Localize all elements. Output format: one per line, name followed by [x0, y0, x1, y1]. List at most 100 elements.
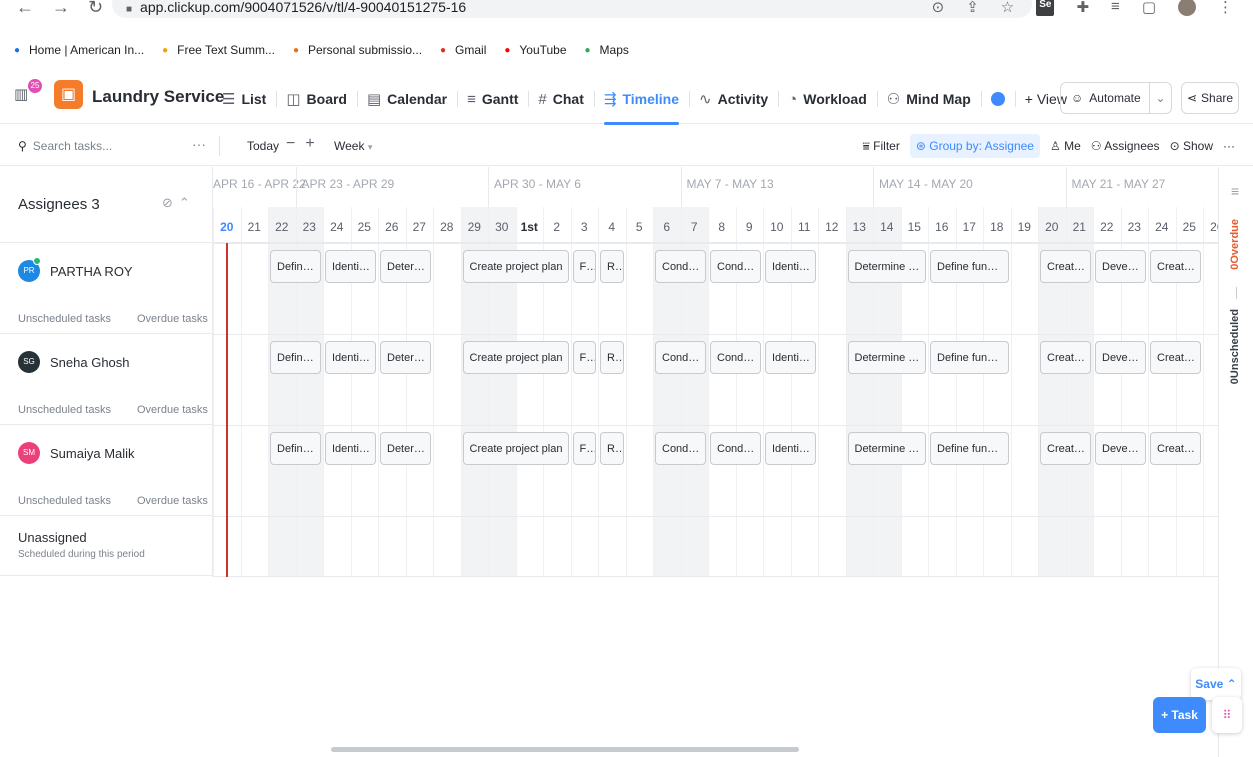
unscheduled-tasks-link[interactable]: Unscheduled tasks	[18, 404, 111, 416]
laundry-space-icon[interactable]: ▣	[54, 80, 83, 109]
tab-activity[interactable]: ∿ Activity	[689, 79, 778, 119]
media-queue-icon[interactable]: ≡	[1111, 0, 1120, 16]
assignees-filter-button[interactable]: ⚇ Assignees	[1091, 139, 1160, 153]
task-bar[interactable]: Create ...	[1040, 341, 1091, 374]
unscheduled-tab[interactable]: 0Unscheduled	[1229, 309, 1241, 384]
rail-menu-icon[interactable]: ≡	[1231, 183, 1239, 199]
task-bar[interactable]: Define functi...	[930, 432, 1009, 465]
overdue-tasks-link[interactable]: Overdue tasks	[137, 313, 208, 325]
inbox-icon[interactable]: ▥ 25	[14, 79, 42, 107]
tab-calendar[interactable]: ▤ Calendar	[356, 79, 457, 119]
today-button[interactable]: Today	[247, 139, 279, 153]
tab-workload[interactable]: ◔ Workload	[778, 79, 877, 119]
task-bar[interactable]: Create ...	[1150, 432, 1201, 465]
task-bar[interactable]: Develo...	[1095, 341, 1146, 374]
task-bar[interactable]: Determine te...	[847, 432, 926, 465]
more-options-icon[interactable]: ···	[1223, 139, 1235, 153]
apps-grid-icon[interactable]: ⠿	[1212, 697, 1242, 733]
bookmark-item[interactable]: ● Home | American In...	[10, 43, 144, 57]
bookmark-item[interactable]: ● Free Text Summ...	[158, 43, 275, 57]
task-bar[interactable]: Condu...	[710, 250, 761, 283]
unassigned-row[interactable]: Unassigned Scheduled during this period	[0, 516, 212, 576]
task-bar[interactable]: Determine te...	[847, 341, 926, 374]
tab-board[interactable]: ◫ Board	[276, 79, 357, 119]
forward-arrow-icon[interactable]: →	[52, 0, 70, 18]
bookmark-star-icon[interactable]: ☆	[1001, 0, 1014, 16]
task-bar[interactable]: Define ...	[270, 250, 321, 283]
task-bar[interactable]: Fi...	[572, 341, 596, 374]
show-button[interactable]: ⊙ Show	[1170, 139, 1213, 153]
ai-brain-icon[interactable]	[980, 79, 1015, 119]
group-by-button[interactable]: ⊛ Group by: Assignee	[909, 134, 1040, 158]
task-bar[interactable]: Define functi...	[930, 250, 1009, 283]
task-bar[interactable]: Develo...	[1095, 432, 1146, 465]
collapse-all-icon[interactable]: ⌃	[179, 195, 196, 210]
task-bar[interactable]: Create project plan	[462, 341, 569, 374]
search-input[interactable]: ⚲ Search tasks...	[18, 139, 112, 153]
task-bar[interactable]: Identify...	[765, 250, 816, 283]
chevron-down-icon[interactable]: ⌄	[1149, 83, 1171, 113]
task-bar[interactable]: Create ...	[1040, 250, 1091, 283]
hide-eye-icon[interactable]: ⊘	[162, 195, 179, 210]
bookmark-item[interactable]: ● Personal submissio...	[289, 43, 422, 57]
task-bar[interactable]: Define functi...	[930, 341, 1009, 374]
task-bar[interactable]: Identify...	[325, 341, 376, 374]
task-bar[interactable]: Identify...	[325, 432, 376, 465]
scale-dropdown[interactable]: Week ▾	[334, 139, 372, 153]
timeline-grid[interactable]: APR 16 - APR 22 APR 23 - APR 29 APR 30 - M…	[213, 167, 1218, 577]
task-bar[interactable]: Identify...	[765, 432, 816, 465]
task-bar[interactable]: Create ...	[1150, 250, 1201, 283]
bookmark-item[interactable]: ● YouTube	[500, 43, 566, 57]
task-bar[interactable]: Condu...	[655, 432, 706, 465]
overdue-tab[interactable]: 0Overdue	[1229, 219, 1241, 270]
task-bar[interactable]: Condu...	[655, 250, 706, 283]
task-bar[interactable]: Condu...	[710, 341, 761, 374]
task-bar[interactable]: Create project plan	[462, 250, 569, 283]
task-bar[interactable]: R...	[600, 341, 624, 374]
task-bar[interactable]: Define ...	[270, 432, 321, 465]
task-bar[interactable]: Develo...	[1095, 250, 1146, 283]
task-bar[interactable]: Condu...	[655, 341, 706, 374]
tab-gantt[interactable]: ≡ Gantt	[457, 79, 528, 119]
extensions-puzzle-icon[interactable]: ✚	[1076, 0, 1089, 16]
task-bar[interactable]: Create project plan	[462, 432, 569, 465]
extension-se-icon[interactable]: Se	[1036, 0, 1055, 16]
task-bar[interactable]: Determine te...	[847, 250, 926, 283]
task-bar[interactable]: Determ...	[380, 432, 431, 465]
bookmark-item[interactable]: ● Gmail	[436, 43, 486, 57]
me-filter-button[interactable]: ♙ Me	[1050, 139, 1081, 153]
zoom-in-icon[interactable]: +	[305, 135, 314, 153]
task-bar[interactable]: Define ...	[270, 341, 321, 374]
task-bar[interactable]: R...	[600, 432, 624, 465]
task-bar[interactable]: Identify...	[765, 341, 816, 374]
task-bar[interactable]: Condu...	[710, 432, 761, 465]
share-page-icon[interactable]: ⇪	[966, 0, 979, 16]
address-bar[interactable]: ■ app.clickup.com/9004071526/v/tl/4-90040…	[112, 0, 1032, 18]
tab-timeline[interactable]: ⇶ Timeline	[593, 79, 689, 125]
horizontal-scrollbar[interactable]	[331, 747, 799, 752]
task-bar[interactable]: R...	[600, 250, 624, 283]
task-bar[interactable]: Determ...	[380, 250, 431, 283]
save-button[interactable]: Save ⌃	[1191, 668, 1241, 700]
task-bar[interactable]: Fi...	[572, 432, 596, 465]
assignee-row[interactable]: SM Sumaiya Malik Unscheduled tasks Overdue …	[0, 425, 212, 516]
profile-avatar[interactable]	[1178, 0, 1196, 16]
back-arrow-icon[interactable]: ←	[16, 0, 34, 18]
unscheduled-tasks-link[interactable]: Unscheduled tasks	[18, 313, 111, 325]
zoom-out-icon[interactable]: −	[286, 135, 295, 153]
tab-list[interactable]: ☰ List	[212, 79, 276, 119]
filter-button[interactable]: ⩸ Filter	[863, 139, 900, 154]
task-bar[interactable]: Create ...	[1150, 341, 1201, 374]
share-button[interactable]: ⋖ Share	[1181, 82, 1239, 114]
overdue-tasks-link[interactable]: Overdue tasks	[137, 495, 208, 507]
unscheduled-tasks-link[interactable]: Unscheduled tasks	[18, 495, 111, 507]
add-task-button[interactable]: + Task	[1153, 697, 1206, 733]
overdue-tasks-link[interactable]: Overdue tasks	[137, 404, 208, 416]
assignee-row[interactable]: PR PARTHA ROY Unscheduled tasks Overdue tas…	[0, 243, 212, 334]
google-lens-icon[interactable]: ⊙	[932, 0, 945, 16]
automate-button[interactable]: ☺ Automate ⌄	[1060, 82, 1172, 114]
tab-chat[interactable]: # Chat	[528, 79, 593, 119]
side-panel-icon[interactable]: ▢	[1142, 0, 1156, 16]
bookmark-item[interactable]: ● Maps	[581, 43, 629, 57]
task-bar[interactable]: Fi...	[572, 250, 596, 283]
